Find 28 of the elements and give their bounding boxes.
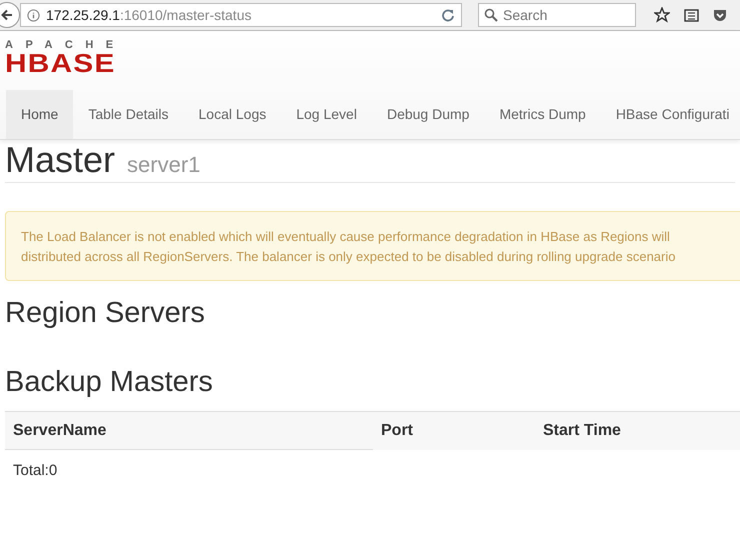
nav-tab[interactable]: Log Level bbox=[281, 90, 372, 139]
alert-text: distributed across all RegionServers. The balancer is only expected to be disabled during rolling upgrade scenario bbox=[21, 248, 676, 266]
page-subtitle: server1 bbox=[127, 151, 200, 179]
section-heading: Region Servers bbox=[5, 297, 206, 330]
address-bar[interactable]: 172.25.29.1:16010/master-status bbox=[20, 3, 462, 27]
logo-wordmark: HBASE bbox=[5, 52, 116, 74]
column-header: ServerName bbox=[5, 412, 373, 450]
search-field[interactable]: Search bbox=[478, 3, 636, 27]
nav-tab[interactable]: Table Details bbox=[73, 90, 184, 139]
star-icon[interactable] bbox=[654, 7, 670, 23]
nav-tab[interactable]: Metrics Dump bbox=[484, 90, 601, 139]
back-button[interactable] bbox=[0, 2, 20, 28]
back-icon bbox=[0, 8, 14, 22]
nav-tab[interactable]: Debug Dump bbox=[372, 90, 484, 139]
table-total: Total:0 bbox=[12, 461, 58, 481]
reading-list-icon[interactable] bbox=[684, 8, 699, 22]
nav-tab[interactable]: Local Logs bbox=[184, 90, 282, 139]
logo-tagline: APACHE bbox=[5, 40, 127, 51]
page-title: Master bbox=[5, 140, 116, 180]
pocket-icon[interactable] bbox=[713, 8, 727, 22]
alert-text: The Load Balancer is not enabled which will eventually cause performance degradation in HBase as Regions will bbox=[21, 228, 670, 246]
column-header: Start Time bbox=[542, 421, 622, 441]
section-heading: Backup Masters bbox=[5, 366, 214, 399]
info-icon bbox=[27, 8, 40, 22]
reload-icon[interactable] bbox=[441, 8, 455, 22]
nav-tab[interactable]: Home bbox=[6, 90, 74, 139]
column-header: Port bbox=[380, 421, 414, 441]
nav-tab[interactable]: HBase Configurati bbox=[600, 90, 740, 139]
